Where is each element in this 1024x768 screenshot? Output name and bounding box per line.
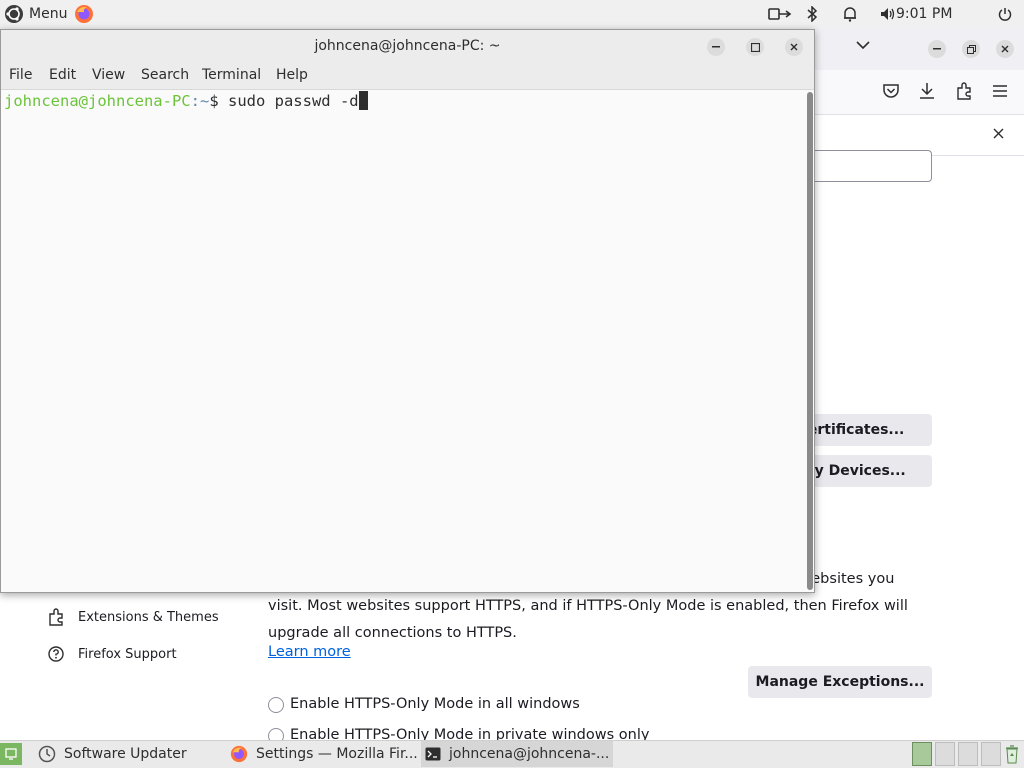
learn-more-link[interactable]: Learn more bbox=[268, 644, 351, 660]
top-panel: Menu 9:01 PM bbox=[0, 0, 1024, 28]
pocket-icon[interactable] bbox=[882, 83, 900, 99]
bluetooth-icon[interactable] bbox=[802, 0, 822, 28]
firefox-restore-button[interactable] bbox=[962, 40, 980, 58]
maximize-icon bbox=[750, 42, 760, 52]
workspace-2[interactable] bbox=[935, 742, 955, 766]
close-icon bbox=[790, 43, 798, 51]
volume-icon[interactable] bbox=[878, 0, 898, 28]
close-button[interactable] bbox=[785, 38, 803, 56]
menu-button[interactable]: Menu bbox=[29, 6, 67, 22]
sidebar-item-extensions[interactable]: Extensions & Themes bbox=[48, 608, 219, 626]
task-label: johncena@johncena-... bbox=[449, 746, 610, 762]
task-label: Software Updater bbox=[64, 746, 187, 762]
workspace-1[interactable] bbox=[912, 742, 932, 766]
chevron-down-icon[interactable] bbox=[856, 40, 870, 50]
clock[interactable]: 9:01 PM bbox=[896, 6, 952, 22]
prompt-user: johncena@johncena-PC bbox=[4, 92, 191, 110]
notice-close-icon[interactable] bbox=[993, 128, 1004, 139]
firefox-close-button[interactable] bbox=[996, 40, 1014, 58]
task-terminal[interactable]: johncena@johncena-... bbox=[421, 741, 613, 767]
firefox-minimize-button[interactable] bbox=[928, 40, 946, 58]
extensions-icon[interactable] bbox=[955, 82, 973, 100]
puzzle-icon bbox=[49, 608, 63, 626]
manage-exceptions-button[interactable]: Manage Exceptions... bbox=[748, 666, 932, 698]
minimize-button[interactable] bbox=[707, 38, 725, 56]
sidebar-item-label: Firefox Support bbox=[78, 646, 177, 662]
firefox-icon bbox=[230, 745, 248, 763]
text-cursor bbox=[358, 91, 368, 110]
software-updater-icon bbox=[38, 745, 56, 763]
typed-command: sudo passwd -d bbox=[227, 92, 359, 110]
workspace-4[interactable] bbox=[981, 742, 1001, 766]
downloads-icon[interactable] bbox=[918, 82, 936, 100]
menu-view[interactable]: View bbox=[92, 67, 125, 83]
sidebar-item-support[interactable]: Firefox Support bbox=[48, 646, 177, 662]
show-desktop-icon[interactable] bbox=[0, 743, 22, 765]
prompt-path: :~ bbox=[190, 92, 210, 110]
menu-edit[interactable]: Edit bbox=[49, 67, 76, 83]
firefox-icon[interactable] bbox=[72, 0, 96, 28]
menu-file[interactable]: File bbox=[9, 67, 32, 83]
trash-icon[interactable] bbox=[1004, 744, 1020, 764]
task-software-updater[interactable]: Software Updater bbox=[36, 741, 195, 767]
power-icon[interactable] bbox=[994, 0, 1016, 28]
minimize-icon bbox=[712, 46, 720, 48]
maximize-button[interactable] bbox=[746, 38, 764, 56]
menu-help[interactable]: Help bbox=[276, 67, 308, 83]
radio-all-windows[interactable] bbox=[268, 697, 284, 713]
menu-search[interactable]: Search bbox=[141, 67, 189, 83]
terminal-icon bbox=[425, 747, 441, 761]
menu-terminal[interactable]: Terminal bbox=[202, 67, 261, 83]
notifications-icon[interactable] bbox=[840, 0, 860, 28]
sidebar-item-label: Extensions & Themes bbox=[78, 609, 219, 625]
task-label: Settings — Mozilla Fir... bbox=[256, 746, 418, 762]
terminal-window[interactable]: johncena@johncena-PC: ~ File Edit View S… bbox=[0, 29, 815, 593]
network-icon[interactable] bbox=[766, 0, 794, 28]
help-icon bbox=[48, 646, 64, 662]
workspace-3[interactable] bbox=[958, 742, 978, 766]
terminal-output[interactable] bbox=[1, 90, 805, 592]
radio-all-windows-label[interactable]: Enable HTTPS-Only Mode in all windows bbox=[290, 696, 580, 712]
distro-logo-icon[interactable] bbox=[2, 0, 26, 28]
task-firefox-settings[interactable]: Settings — Mozilla Fir... bbox=[228, 741, 424, 767]
hamburger-menu-icon[interactable] bbox=[992, 84, 1008, 98]
terminal-scrollbar[interactable] bbox=[807, 92, 813, 590]
prompt-symbol: $ bbox=[209, 92, 228, 110]
terminal-title-bar[interactable]: johncena@johncena-PC: ~ bbox=[1, 30, 814, 63]
window-title: johncena@johncena-PC: ~ bbox=[314, 38, 501, 54]
terminal-command-line[interactable]: johncena@johncena-PC:~$ sudo passwd -d bbox=[4, 91, 368, 110]
